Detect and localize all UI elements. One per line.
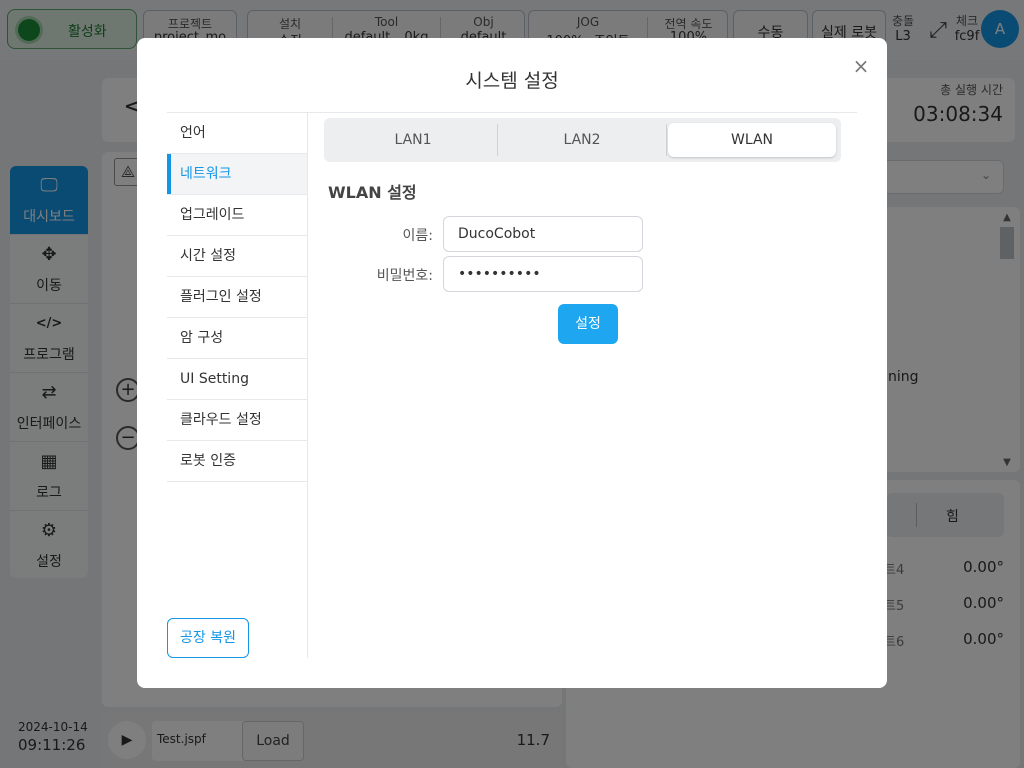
- menu-item-time-settings[interactable]: 시간 설정: [167, 236, 308, 277]
- settings-menu: 언어 네트워크 업그레이드 시간 설정 플러그인 설정 암 구성 UI Sett…: [167, 113, 308, 482]
- set-button[interactable]: 설정: [558, 304, 618, 344]
- tab-wlan[interactable]: WLAN: [668, 123, 836, 157]
- wifi-name-input[interactable]: [443, 216, 643, 252]
- menu-item-robot-auth[interactable]: 로봇 인증: [167, 441, 308, 482]
- name-label: 이름:: [402, 228, 433, 244]
- wifi-password-input[interactable]: [443, 256, 643, 292]
- tab-lan2[interactable]: LAN2: [498, 123, 666, 157]
- menu-item-ui-setting[interactable]: UI Setting: [167, 359, 308, 400]
- menu-item-upgrade[interactable]: 업그레이드: [167, 195, 308, 236]
- network-tabs: LAN1 LAN2 WLAN: [324, 118, 841, 162]
- system-settings-dialog: 시스템 설정 × 언어 네트워크 업그레이드 시간 설정 플러그인 설정 암 구…: [137, 38, 887, 688]
- factory-reset-button[interactable]: 공장 복원: [167, 618, 249, 658]
- menu-item-arm-config[interactable]: 암 구성: [167, 318, 308, 359]
- menu-item-network[interactable]: 네트워크: [167, 154, 308, 195]
- section-title: WLAN 설정: [328, 183, 417, 202]
- menu-item-plugin-settings[interactable]: 플러그인 설정: [167, 277, 308, 318]
- password-label: 비밀번호:: [376, 268, 433, 284]
- dialog-title: 시스템 설정: [465, 70, 559, 92]
- close-icon[interactable]: ×: [851, 56, 871, 76]
- divider: [666, 124, 667, 156]
- menu-item-language[interactable]: 언어: [167, 113, 308, 154]
- divider: [307, 113, 308, 658]
- menu-item-cloud-settings[interactable]: 클라우드 설정: [167, 400, 308, 441]
- tab-lan1[interactable]: LAN1: [329, 123, 497, 157]
